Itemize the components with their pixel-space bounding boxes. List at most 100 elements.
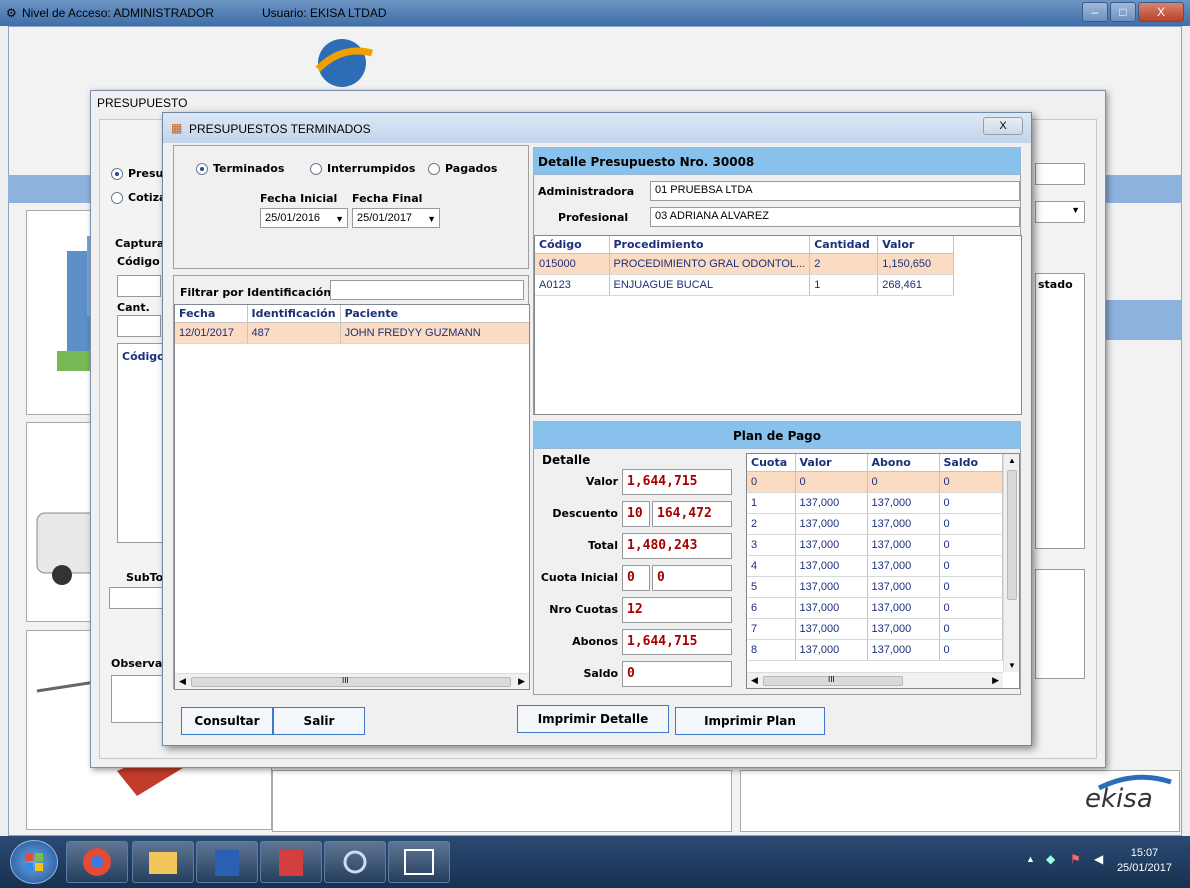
- cuotas-vscrollbar[interactable]: ▲ ▼: [1003, 454, 1019, 672]
- clock[interactable]: 15:07 25/01/2017: [1117, 846, 1172, 876]
- table-row[interactable]: 5 137,000 137,000 0: [747, 576, 1003, 598]
- cell-identificacion[interactable]: 487: [247, 322, 341, 344]
- cell-procedimiento[interactable]: PROCEDIMIENTO GRAL ODONTOL...: [609, 253, 811, 275]
- codigo-input[interactable]: [117, 275, 161, 297]
- radio-pagados[interactable]: Pagados: [428, 162, 497, 175]
- cell-valor[interactable]: 0: [795, 471, 868, 493]
- cell-valor[interactable]: 137,000: [795, 618, 868, 640]
- profesional-field[interactable]: 03 ADRIANA ALVAREZ: [650, 207, 1020, 227]
- col-cuota[interactable]: Cuota: [747, 454, 796, 472]
- radio-terminados[interactable]: Terminados: [196, 162, 284, 175]
- cell-abono[interactable]: 137,000: [867, 492, 940, 514]
- subtotal-input[interactable]: [109, 587, 165, 609]
- table-row[interactable]: 3 137,000 137,000 0: [747, 534, 1003, 556]
- cell-cuota[interactable]: 8: [747, 639, 796, 661]
- search-taskbar-button[interactable]: [324, 841, 386, 883]
- dialog-close-button[interactable]: X: [983, 117, 1023, 135]
- abonos-field[interactable]: 1,644,715: [622, 629, 732, 655]
- consultar-button[interactable]: Consultar: [181, 707, 273, 735]
- start-button[interactable]: [10, 840, 58, 884]
- cell-cantidad[interactable]: 2: [809, 253, 879, 275]
- cell-valor[interactable]: 137,000: [795, 639, 868, 661]
- cell-valor[interactable]: 137,000: [795, 492, 868, 514]
- cell-abono[interactable]: 0: [867, 471, 940, 493]
- action-center-icon[interactable]: ⚑: [1070, 852, 1081, 866]
- col-paciente[interactable]: Paciente: [340, 305, 529, 323]
- cell-valor[interactable]: 137,000: [795, 534, 868, 556]
- right-combo[interactable]: ▼: [1035, 201, 1085, 223]
- cell-valor[interactable]: 1,150,650: [877, 253, 955, 275]
- salir-button[interactable]: Salir: [273, 707, 365, 735]
- cell-cantidad[interactable]: 1: [809, 274, 879, 296]
- cell-saldo[interactable]: 0: [939, 513, 1003, 535]
- cell-paciente[interactable]: JOHN FREDYY GUZMANN: [340, 322, 529, 344]
- cell-cuota[interactable]: 3: [747, 534, 796, 556]
- cell-abono[interactable]: 137,000: [867, 513, 940, 535]
- valor-field[interactable]: 1,644,715: [622, 469, 732, 495]
- cell-abono[interactable]: 137,000: [867, 576, 940, 598]
- cell-cuota[interactable]: 4: [747, 555, 796, 577]
- col-saldo[interactable]: Saldo: [939, 454, 1003, 472]
- table-row[interactable]: 015000 PROCEDIMIENTO GRAL ODONTOL... 2 1…: [535, 253, 955, 275]
- table-row[interactable]: 7 137,000 137,000 0: [747, 618, 1003, 640]
- table-row[interactable]: 1 137,000 137,000 0: [747, 492, 1003, 514]
- cell-codigo[interactable]: A0123: [535, 274, 610, 296]
- col-procedimiento[interactable]: Procedimiento: [609, 236, 811, 254]
- cuota-inicial-a-field[interactable]: 0: [622, 565, 650, 591]
- cell-cuota[interactable]: 7: [747, 618, 796, 640]
- window-taskbar-button[interactable]: [388, 841, 450, 883]
- maximize-button[interactable]: □: [1110, 2, 1136, 22]
- close-button[interactable]: X: [1138, 2, 1184, 22]
- cell-codigo[interactable]: 015000: [535, 253, 610, 275]
- cell-saldo[interactable]: 0: [939, 576, 1003, 598]
- col-identificacion[interactable]: Identificación: [247, 305, 341, 323]
- radio-presupuesto[interactable]: Presu: [111, 167, 163, 180]
- col-codigo[interactable]: Código: [535, 236, 610, 254]
- table-row[interactable]: 4 137,000 137,000 0: [747, 555, 1003, 577]
- radio-interrumpidos[interactable]: Interrumpidos: [310, 162, 415, 175]
- radio-cotizacion[interactable]: Cotiza: [111, 191, 166, 204]
- cell-abono[interactable]: 137,000: [867, 618, 940, 640]
- col-fecha[interactable]: Fecha: [175, 305, 248, 323]
- cell-valor[interactable]: 137,000: [795, 576, 868, 598]
- table-row[interactable]: 6 137,000 137,000 0: [747, 597, 1003, 619]
- cell-cuota[interactable]: 2: [747, 513, 796, 535]
- administradora-field[interactable]: 01 PRUEBSA LTDA: [650, 181, 1020, 201]
- descuento-field[interactable]: 164,472: [652, 501, 732, 527]
- filter-input[interactable]: [330, 280, 524, 300]
- total-field[interactable]: 1,480,243: [622, 533, 732, 559]
- cell-valor[interactable]: 137,000: [795, 555, 868, 577]
- observaciones-input[interactable]: [111, 675, 165, 723]
- saldo-field[interactable]: 0: [622, 661, 732, 687]
- fecha-final-picker[interactable]: 25/01/2017 ▼: [352, 208, 440, 228]
- cell-saldo[interactable]: 0: [939, 471, 1003, 493]
- list-hscrollbar[interactable]: ◀ III ▶: [175, 673, 529, 689]
- col-valor[interactable]: Valor: [795, 454, 868, 472]
- cant-input[interactable]: [117, 315, 161, 337]
- cell-procedimiento[interactable]: ENJUAGUE BUCAL: [609, 274, 811, 296]
- cell-abono[interactable]: 137,000: [867, 597, 940, 619]
- cell-saldo[interactable]: 0: [939, 555, 1003, 577]
- chrome-taskbar-button[interactable]: [66, 841, 128, 883]
- cell-cuota[interactable]: 0: [747, 471, 796, 493]
- right-input[interactable]: [1035, 163, 1085, 185]
- table-row[interactable]: 0000: [747, 471, 1003, 493]
- cell-valor[interactable]: 137,000: [795, 513, 868, 535]
- cell-valor[interactable]: 137,000: [795, 597, 868, 619]
- cell-saldo[interactable]: 0: [939, 597, 1003, 619]
- cell-abono[interactable]: 137,000: [867, 555, 940, 577]
- cell-valor[interactable]: 268,461: [877, 274, 955, 296]
- cuota-inicial-b-field[interactable]: 0: [652, 565, 732, 591]
- descuento-pct-field[interactable]: 10: [622, 501, 650, 527]
- app-taskbar-button[interactable]: [260, 841, 322, 883]
- cell-saldo[interactable]: 0: [939, 639, 1003, 661]
- table-row[interactable]: A0123 ENJUAGUE BUCAL 1 268,461: [535, 274, 955, 296]
- cell-cuota[interactable]: 5: [747, 576, 796, 598]
- fecha-inicial-picker[interactable]: 25/01/2016 ▼: [260, 208, 348, 228]
- col-cantidad[interactable]: Cantidad: [809, 236, 879, 254]
- network-icon[interactable]: ◆: [1046, 852, 1055, 866]
- col-valor[interactable]: Valor: [877, 236, 955, 254]
- cell-cuota[interactable]: 6: [747, 597, 796, 619]
- cell-saldo[interactable]: 0: [939, 618, 1003, 640]
- imprimir-plan-button[interactable]: Imprimir Plan: [675, 707, 825, 735]
